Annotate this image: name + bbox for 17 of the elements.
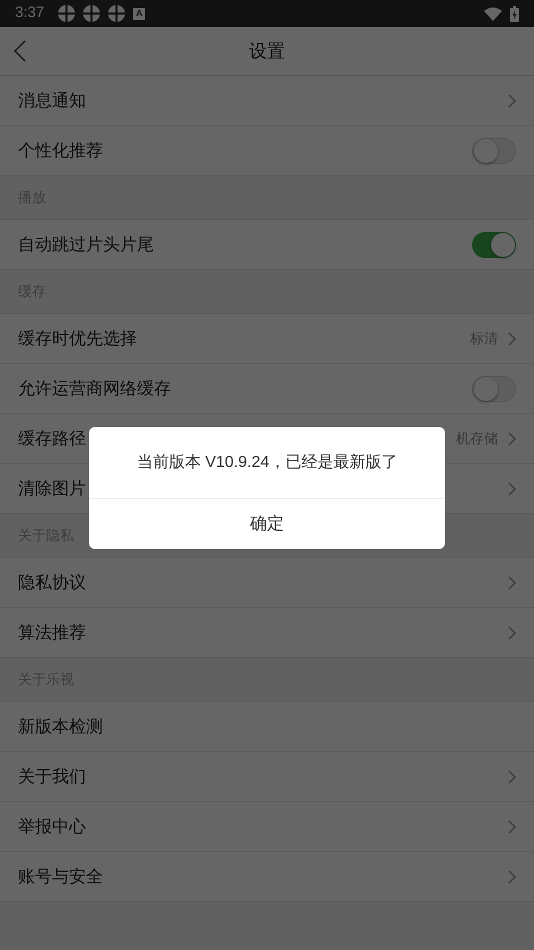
row-label: 隐私协议 [18,572,87,594]
page-title: 设置 [249,40,285,62]
row-label: 账号与安全 [18,866,104,888]
row-label: 允许运营商网络缓存 [18,378,172,400]
row-label: 消息通知 [18,90,87,112]
row-label: 算法推荐 [18,622,87,644]
row-label: 自动跳过片头片尾 [18,234,155,256]
row-label: 缓存路径 [18,428,87,450]
row-label: 个性化推荐 [18,140,104,162]
row-label: 新版本检测 [18,716,104,738]
row-label: 关于我们 [18,766,87,788]
notification-icon: A [133,8,146,20]
dialog-message: 当前版本 V10.9.24，已经是最新版了 [136,452,398,472]
row-label: 缓存时优先选择 [18,328,138,350]
row-label: 清除图片 [18,478,87,500]
status-time: 3:37 [15,3,44,24]
row-label: 举报中心 [18,816,87,838]
